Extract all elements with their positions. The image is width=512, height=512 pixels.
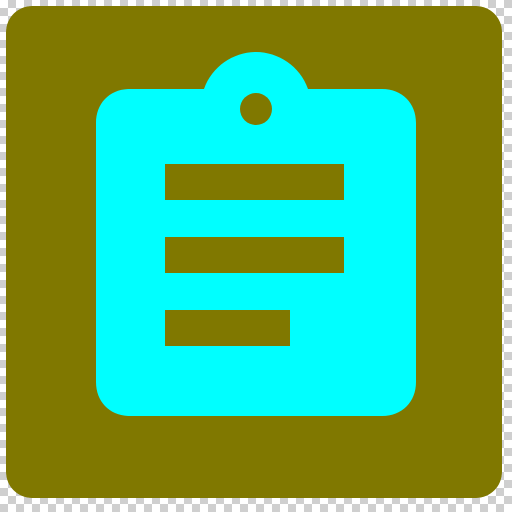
clipboard-list-icon <box>6 6 502 498</box>
list-line-1 <box>165 164 344 200</box>
transparent-canvas <box>0 0 512 512</box>
clip-hole <box>240 93 272 125</box>
app-icon-tile[interactable] <box>6 6 502 498</box>
list-line-2 <box>165 237 344 273</box>
list-line-3 <box>165 310 290 346</box>
